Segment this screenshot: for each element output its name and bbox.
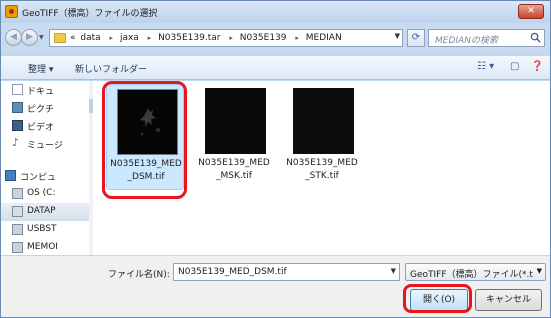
filename-label: ファイル名(N): [108, 270, 170, 280]
computer-icon [5, 170, 16, 181]
nav-item-documents[interactable]: ドキュ [1, 81, 89, 99]
breadcrumb-item[interactable]: data [80, 33, 100, 43]
file-name-line: _MSK.tif [216, 171, 252, 181]
nav-item-label: DATAP [27, 206, 56, 216]
nav-item-videos[interactable]: ビデオ [1, 117, 89, 135]
close-button[interactable]: ✕ [518, 4, 544, 19]
navigation-row: ◀ ▶ ▼ « data ▸ jaxa ▸ N035E139.tar ▸ N03… [1, 25, 550, 51]
documents-icon [12, 84, 23, 95]
forward-button[interactable]: ▶ [21, 29, 38, 46]
breadcrumb-separator-icon[interactable]: ▸ [229, 34, 233, 42]
nav-item-label: ピクチ [27, 105, 55, 115]
refresh-button[interactable]: ⟳ [407, 29, 425, 47]
history-dropdown-icon[interactable]: ▼ [39, 34, 44, 41]
breadcrumb-item[interactable]: N035E139 [240, 33, 287, 43]
folder-icon [54, 33, 66, 43]
back-button[interactable]: ◀ [5, 29, 22, 46]
address-bar[interactable]: « data ▸ jaxa ▸ N035E139.tar ▸ N035E139 … [49, 29, 403, 47]
app-icon [5, 5, 18, 18]
pictures-icon [12, 102, 23, 113]
nav-item-label: OS (C: [27, 188, 56, 198]
file-thumbnail [205, 88, 266, 154]
search-input[interactable]: MEDIANの検索 [428, 29, 545, 47]
search-placeholder: MEDIANの検索 [435, 36, 498, 46]
breadcrumb-separator-icon[interactable]: ▸ [148, 34, 152, 42]
content-area: ドキュ ピクチ ビデオ ♪ ミュージ コンピュ OS (C: DATAP USB… [1, 81, 550, 255]
search-icon[interactable] [530, 32, 541, 43]
breadcrumb-separator-icon[interactable]: ▸ [295, 34, 299, 42]
command-toolbar: 整理 ▾ 新しいフォルダー ☷ ▾ ▢ ❓ [1, 55, 550, 80]
file-thumbnail [293, 88, 354, 154]
nav-item-music[interactable]: ♪ ミュージ [1, 135, 89, 153]
organize-menu[interactable]: 整理 ▾ [28, 62, 53, 75]
breadcrumb-item[interactable]: jaxa [120, 33, 139, 43]
address-dropdown-icon[interactable]: ▼ [395, 32, 400, 40]
usb-drive-icon [12, 224, 23, 235]
nav-item-label: ビデオ [27, 123, 55, 133]
nav-item-computer[interactable]: コンピュ [1, 167, 89, 185]
filename-field[interactable]: N035E139_MED_DSM.tif ▼ [173, 263, 400, 281]
nav-item-label: コンピュ [20, 173, 57, 183]
file-type-value: GeoTIFF（標高）ファイル(*.t [410, 270, 533, 280]
new-folder-button[interactable]: 新しいフォルダー [75, 62, 147, 75]
nav-item-label: USBST [27, 224, 57, 234]
cancel-button[interactable]: キャンセル [475, 289, 542, 311]
navigation-pane: ドキュ ピクチ ビデオ ♪ ミュージ コンピュ OS (C: DATAP USB… [1, 81, 93, 255]
nav-item-usb-drive[interactable]: USBST [1, 221, 89, 239]
preview-pane-icon[interactable]: ▢ [510, 61, 519, 72]
nav-item-os-drive[interactable]: OS (C: [1, 185, 89, 203]
chevron-down-icon[interactable]: ▼ [537, 267, 542, 275]
file-name-line: N035E139_MED [286, 158, 358, 168]
file-open-dialog: GeoTIFF（標高）ファイルの選択 ✕ ◀ ▶ ▼ « data ▸ jaxa… [0, 0, 551, 318]
drive-icon [12, 188, 23, 199]
breadcrumb-separator-icon[interactable]: ▸ [110, 34, 114, 42]
annotation-highlight-open [403, 284, 472, 313]
file-item-msk[interactable]: N035E139_MED _MSK.tif [195, 84, 273, 190]
file-name: N035E139_MED _STK.tif [283, 157, 361, 183]
file-item-stk[interactable]: N035E139_MED _STK.tif [283, 84, 361, 190]
breadcrumb: « data ▸ jaxa ▸ N035E139.tar ▸ N035E139 … [70, 33, 344, 43]
filename-value[interactable]: N035E139_MED_DSM.tif [178, 267, 287, 277]
music-icon: ♪ [12, 136, 20, 149]
breadcrumb-item[interactable]: N035E139.tar [158, 33, 220, 43]
file-name-line: N035E139_MED [198, 158, 270, 168]
breadcrumb-overflow[interactable]: « [70, 33, 76, 43]
videos-icon [12, 120, 23, 131]
filename-dropdown-icon[interactable]: ▼ [391, 267, 396, 275]
file-name: N035E139_MED _MSK.tif [195, 157, 273, 183]
annotation-highlight-file [102, 81, 187, 199]
nav-item-data-drive[interactable]: DATAP [1, 203, 89, 221]
scrollbar-thumb[interactable] [89, 99, 93, 113]
help-icon[interactable]: ❓ [531, 61, 543, 72]
nav-item-pictures[interactable]: ピクチ [1, 99, 89, 117]
file-name-line: _STK.tif [305, 171, 339, 181]
usb-drive-icon [12, 242, 23, 253]
nav-scrollbar[interactable] [89, 81, 93, 255]
nav-item-label: ドキュ [27, 87, 55, 97]
title-bar: GeoTIFF（標高）ファイルの選択 ✕ [1, 1, 550, 23]
nav-item-label: MEMOI [27, 242, 58, 252]
drive-icon [12, 206, 23, 217]
window-title: GeoTIFF（標高）ファイルの選択 [22, 9, 158, 19]
nav-item-label: ミュージ [27, 141, 63, 151]
view-options-icon[interactable]: ☷ ▾ [477, 61, 494, 72]
file-type-select[interactable]: GeoTIFF（標高）ファイル(*.t ▼ [405, 263, 546, 281]
breadcrumb-item[interactable]: MEDIAN [306, 33, 342, 43]
